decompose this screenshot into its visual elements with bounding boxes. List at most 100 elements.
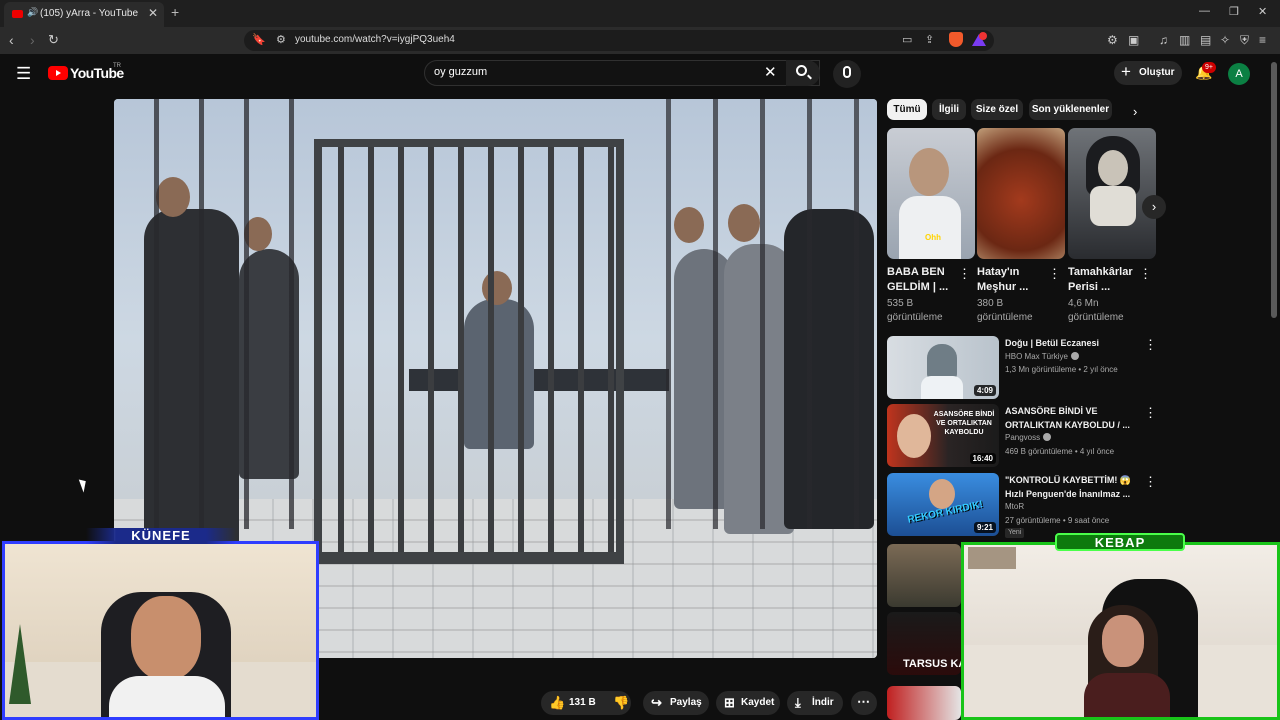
video-meta: 1,3 Mn görüntüleme • 2 yıl önce — [1005, 365, 1118, 374]
save-playlist-icon: ⊞ — [724, 695, 735, 710]
share-page-icon[interactable]: ⇪ — [925, 33, 934, 46]
hamburger-menu-icon[interactable]: ☰ — [16, 64, 31, 84]
youtube-logo-icon[interactable] — [48, 66, 68, 80]
search-input[interactable] — [434, 66, 754, 78]
download-label: İndir — [812, 697, 834, 708]
video-thumbnail[interactable] — [887, 544, 961, 607]
video-more-icon[interactable]: ⋮ — [1144, 337, 1157, 353]
chip-related[interactable]: İlgili — [932, 99, 966, 120]
webcam-face — [1102, 615, 1144, 667]
shorts-next-icon[interactable]: › — [1142, 195, 1166, 219]
browser-menu-icon[interactable]: ≡ — [1259, 33, 1266, 47]
short-views: 535 B görüntüleme — [887, 298, 943, 323]
video-frame-bars — [114, 99, 314, 529]
back-icon[interactable]: ‹ — [9, 32, 14, 48]
video-thumbnail[interactable] — [887, 686, 961, 720]
close-tab-icon[interactable]: ✕ — [148, 6, 158, 20]
forward-icon[interactable]: › — [30, 32, 35, 48]
cast-icon[interactable]: ▭ — [902, 33, 912, 46]
short-title[interactable]: Tamahkârlar Perisi ... — [1068, 265, 1142, 295]
share-button[interactable]: ↪ Paylaş — [643, 691, 709, 715]
vpn-icon[interactable]: ⛨ — [1240, 33, 1249, 48]
short-more-icon[interactable]: ⋮ — [1139, 266, 1152, 282]
clear-search-icon[interactable]: ✕ — [764, 63, 777, 81]
verified-icon — [1070, 352, 1079, 360]
create-label: Oluştur — [1139, 67, 1175, 78]
window-close-icon[interactable]: ✕ — [1258, 5, 1267, 18]
share-label: Paylaş — [670, 697, 702, 708]
wallet-icon[interactable]: ▤ — [1200, 33, 1211, 47]
short-more-icon[interactable]: ⋮ — [958, 266, 971, 282]
search-button[interactable] — [786, 60, 820, 86]
thumbnail-beard — [1090, 186, 1136, 226]
save-button[interactable]: ⊞ Kaydet — [716, 691, 780, 715]
brave-rewards-icon[interactable] — [972, 32, 987, 47]
page-scrollbar[interactable] — [1271, 62, 1277, 318]
short-thumbnail[interactable] — [977, 128, 1065, 259]
video-meta: 27 görüntüleme • 9 saat önce — [1005, 516, 1110, 525]
like-count[interactable]: 131 B — [569, 697, 596, 708]
video-thumbnail[interactable]: REKOR KIRDIK! 9:21 — [887, 473, 999, 536]
voice-search-button[interactable] — [833, 60, 861, 88]
short-views: 4,6 Mn görüntüleme — [1068, 298, 1124, 323]
channel-label[interactable]: HBO Max Türkiye — [1005, 352, 1068, 361]
download-button[interactable]: ⤓ İndir — [787, 691, 843, 715]
right-webcam-label: KEBAP — [1055, 533, 1185, 551]
like-icon[interactable]: 👍 — [549, 695, 565, 711]
short-title[interactable]: BABA BEN GELDİM | ... — [887, 265, 961, 295]
channel-name[interactable]: Pangvoss — [1005, 433, 1052, 442]
site-info-icon[interactable]: ⚙ — [276, 33, 286, 46]
sidebar-toggle-icon[interactable]: ▥ — [1179, 33, 1190, 47]
rewards-badge — [979, 32, 987, 40]
chip-recently-uploaded[interactable]: Son yüklenenler — [1029, 99, 1112, 120]
youtube-header: ☰ YouTube TR ✕ + Oluştur 🔔 9+ A — [0, 54, 1280, 94]
browser-tab[interactable]: 🔊 (105) yArra - YouTube ✕ — [4, 2, 164, 27]
bookmark-icon[interactable]: 🔖 — [252, 33, 266, 46]
video-title[interactable]: "KONTROLÜ KAYBETTİM! 😱 Hızlı Penguen'de … — [1005, 473, 1140, 501]
thumbnail-face — [1098, 150, 1128, 186]
video-duration: 4:09 — [973, 385, 996, 396]
media-icon[interactable]: ♫ — [1159, 33, 1168, 47]
dislike-icon[interactable]: 👎 — [613, 695, 629, 711]
channel-name[interactable]: HBO Max Türkiye — [1005, 352, 1079, 361]
verified-icon — [1043, 433, 1052, 441]
minimize-icon[interactable]: — — [1199, 5, 1210, 17]
restore-icon[interactable]: ❐ — [1229, 5, 1239, 18]
thumbnail-face — [897, 414, 931, 458]
audio-playing-icon[interactable]: 🔊 — [27, 7, 38, 18]
channel-label[interactable]: Pangvoss — [1005, 433, 1040, 442]
url-field[interactable]: 🔖 ⚙ youtube.com/watch?v=iygjPQ3ueh4 — [244, 30, 994, 51]
chip-for-you[interactable]: Size özel — [971, 99, 1023, 120]
mouse-cursor-icon — [78, 477, 90, 493]
new-tab-icon[interactable]: + — [171, 4, 179, 20]
browser-tab-bar: 🔊 (105) yArra - YouTube ✕ + — ❐ ✕ — [0, 0, 1280, 27]
short-thumbnail[interactable]: Ohh — [887, 128, 975, 259]
video-title[interactable]: ASANSÖRE BİNDİ VE ORTALIKTAN KAYBOLDU / … — [1005, 404, 1140, 432]
more-actions-button[interactable]: ⋯ — [851, 691, 877, 715]
reading-list-icon[interactable]: ▣ — [1128, 33, 1139, 47]
video-thumbnail[interactable]: 4:09 — [887, 336, 999, 399]
leo-ai-icon[interactable]: ✧ — [1220, 33, 1230, 47]
search-box[interactable]: ✕ — [424, 60, 820, 86]
chip-all[interactable]: Tümü — [887, 99, 927, 120]
brave-shields-icon[interactable] — [949, 32, 963, 47]
video-thumbnail[interactable]: ASANSÖRE BİNDİ VE ORTALIKTAN KAYBOLDU 16… — [887, 404, 999, 467]
avatar[interactable]: A — [1228, 63, 1250, 85]
search-icon — [796, 65, 807, 76]
notification-count-badge: 9+ — [1202, 62, 1216, 73]
url-text[interactable]: youtube.com/watch?v=iygjPQ3ueh4 — [295, 34, 455, 45]
create-button[interactable]: + Oluştur — [1114, 61, 1182, 85]
short-title[interactable]: Hatay'ın Meşhur ... — [977, 265, 1051, 295]
video-more-icon[interactable]: ⋮ — [1144, 405, 1157, 421]
plus-icon: + — [1121, 62, 1131, 81]
video-title[interactable]: Doğu | Betül Eczanesi — [1005, 336, 1140, 350]
short-thumbnail[interactable] — [1068, 128, 1156, 259]
reload-icon[interactable]: ↻ — [48, 32, 59, 48]
thumbnail-shirt — [899, 196, 961, 259]
video-thumbnail[interactable]: TARSUS KA — [887, 612, 961, 675]
short-more-icon[interactable]: ⋮ — [1048, 266, 1061, 282]
chevron-right-icon[interactable]: › — [1133, 104, 1137, 119]
extensions-icon[interactable]: ⚙ — [1107, 33, 1118, 47]
video-more-icon[interactable]: ⋮ — [1144, 474, 1157, 490]
channel-name[interactable]: MtoR — [1005, 502, 1024, 511]
